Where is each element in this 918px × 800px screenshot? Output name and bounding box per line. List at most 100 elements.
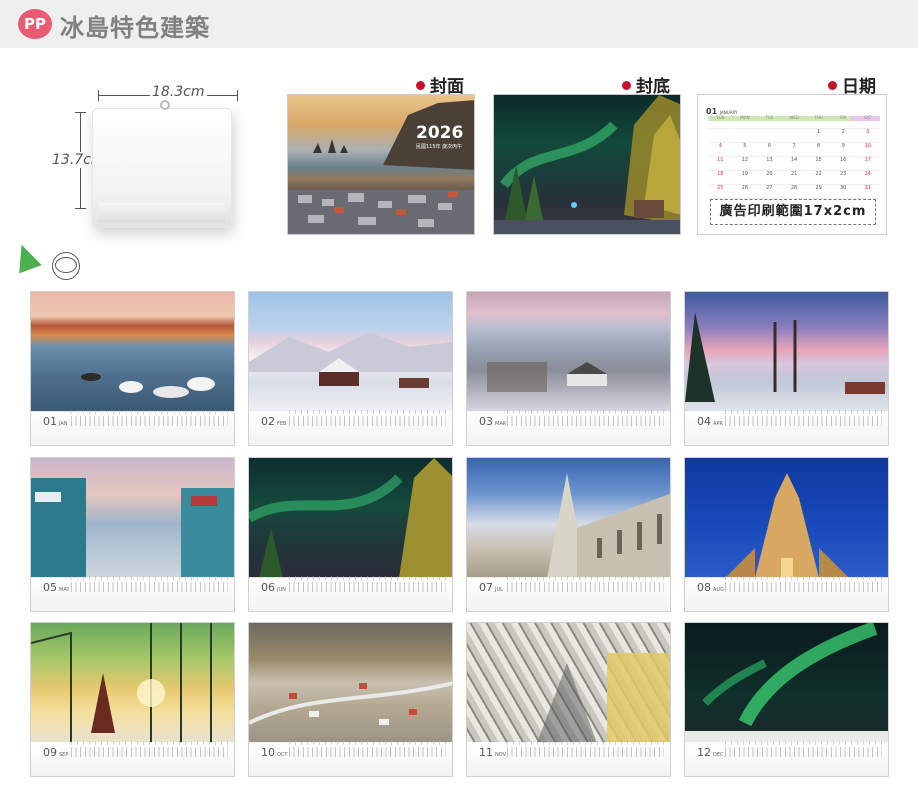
month-photo xyxy=(467,292,670,412)
week-row: 4 5 6 7 8 9 10 xyxy=(708,143,880,157)
month-number: 04 APR xyxy=(697,415,723,428)
desk-calendar-illustration xyxy=(92,108,232,228)
church-night-scene xyxy=(725,473,849,578)
weekday-marks xyxy=(725,576,882,580)
month-page-11: 11 NOV xyxy=(466,622,671,777)
month-page-04: 04 APR xyxy=(684,291,889,446)
month-photo xyxy=(31,292,234,412)
month-page-12: 12 DEC xyxy=(684,622,889,777)
church-scene xyxy=(547,473,670,578)
cover-photo: 2026 民國115年 歲次丙午 xyxy=(287,94,475,235)
day-marks xyxy=(507,747,664,757)
month-number: 07 JUL xyxy=(479,581,503,594)
harbour-street-scene xyxy=(31,478,234,578)
month-page-06: 06 JUN xyxy=(248,457,453,612)
month-page-09: 09 SEP xyxy=(30,622,235,777)
weekday-marks xyxy=(289,576,446,580)
day-marks xyxy=(725,416,882,426)
red-dot-icon xyxy=(828,81,837,90)
width-dimension-tick-right xyxy=(237,90,238,101)
day-marks xyxy=(289,582,446,592)
pp-badge: PP xyxy=(18,9,52,39)
month-photo xyxy=(31,623,234,743)
concert-hall-scene xyxy=(537,653,670,743)
month-number: 05 MAY xyxy=(43,581,70,594)
month-photo xyxy=(685,458,888,578)
height-dimension-tick-top xyxy=(75,112,86,113)
date-page-sample: 01 JANUARY SUN MON TUE WED THU FRI SAT 123 456… xyxy=(697,94,887,235)
snow-village-scene xyxy=(487,362,607,392)
cover-year: 2026 xyxy=(416,123,464,143)
weekday-marks xyxy=(725,410,882,414)
day-marks xyxy=(725,582,882,592)
aurora-scene xyxy=(685,623,888,743)
month-photo xyxy=(249,458,452,578)
leaf-icon xyxy=(10,240,42,274)
weekday-marks xyxy=(71,741,228,745)
day-marks xyxy=(289,747,446,757)
month-number: 12 DEC xyxy=(697,746,724,759)
weekday-marks xyxy=(507,410,664,414)
week-row: 25 26 27 28 29 30 31 xyxy=(708,185,880,199)
month-number: 01 JAN xyxy=(43,415,68,428)
month-page-08: 08 AUG xyxy=(684,457,889,612)
month-page-10: 10 OCT xyxy=(248,622,453,777)
date-page-grid: SUN MON TUE WED THU FRI SAT 123 4 5 6 7 8 9 10 11 12 1… xyxy=(708,115,880,199)
aurora-forest-scene xyxy=(249,458,452,578)
month-photo xyxy=(249,292,452,412)
month-page-07: 07 JUL xyxy=(466,457,671,612)
month-photo xyxy=(31,458,234,578)
cover-subtitle: 民國115年 歲次丙午 xyxy=(416,144,463,150)
red-dot-icon xyxy=(622,81,631,90)
day-marks xyxy=(289,416,446,426)
back-cover-scene xyxy=(494,95,680,234)
month-photo xyxy=(249,623,452,743)
day-marks xyxy=(507,416,664,426)
weekday-marks xyxy=(725,741,882,745)
winter-trees-scene xyxy=(685,312,885,402)
weekday-marks xyxy=(507,576,664,580)
month-photo xyxy=(685,623,888,743)
week-row: 123 xyxy=(708,129,880,143)
snow-mountain-scene xyxy=(249,332,452,388)
month-page-05: 05 MAY xyxy=(30,457,235,612)
day-marks xyxy=(507,582,664,592)
day-marks xyxy=(71,747,228,757)
hanging-hole-icon xyxy=(160,100,170,110)
week-row: 18 19 20 21 22 23 24 xyxy=(708,171,880,185)
month-number: 11 NOV xyxy=(479,746,507,759)
ad-print-area: 廣告印刷範圍17x2cm xyxy=(710,199,876,225)
weekday-header-row: SUN MON TUE WED THU FRI SAT xyxy=(708,115,880,129)
month-photo xyxy=(467,623,670,743)
swans-scene xyxy=(81,373,215,398)
weekday-marks xyxy=(71,410,228,414)
weekday-marks xyxy=(289,410,446,414)
month-page-03: 03 MAR xyxy=(466,291,671,446)
weekday-marks xyxy=(289,741,446,745)
back-cover-photo xyxy=(493,94,681,235)
month-number: 02 FEB xyxy=(261,415,287,428)
glass-hall-scene xyxy=(31,623,212,743)
day-marks xyxy=(71,582,228,592)
month-number: 03 MAR xyxy=(479,415,507,428)
town-aerial-scene xyxy=(249,681,452,725)
month-number: 10 OCT xyxy=(261,746,288,759)
height-dimension-tick-bottom xyxy=(75,208,86,209)
day-marks xyxy=(725,747,882,757)
weekday-marks xyxy=(507,741,664,745)
month-page-01: 01 JAN xyxy=(30,291,235,446)
girl-face-icon xyxy=(52,252,80,280)
week-row: 11 12 13 14 15 16 17 xyxy=(708,157,880,171)
month-page-02: 02 FEB xyxy=(248,291,453,446)
red-dot-icon xyxy=(416,81,425,90)
month-number: 06 JUN xyxy=(261,581,286,594)
page-title: 冰島特色建築 xyxy=(60,14,210,42)
width-label: 18.3cm xyxy=(150,84,207,100)
page-header: PP 冰島特色建築 xyxy=(0,0,918,48)
day-marks xyxy=(71,416,228,426)
month-photo xyxy=(467,458,670,578)
cover-scene xyxy=(288,100,474,234)
width-dimension-tick-left xyxy=(98,90,99,101)
month-number: 08 AUG xyxy=(697,581,724,594)
weekday-marks xyxy=(71,576,228,580)
